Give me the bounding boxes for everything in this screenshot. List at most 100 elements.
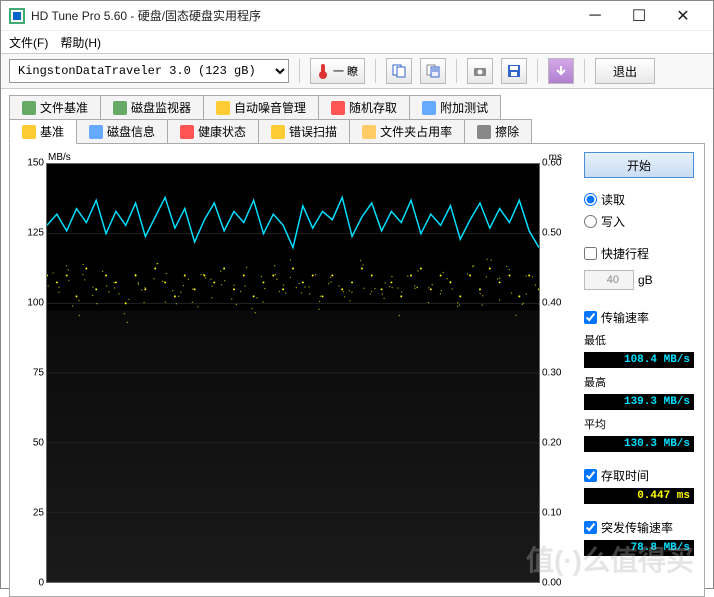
avg-value: 130.3 MB/s — [584, 436, 694, 452]
ytick-left: 0 — [38, 578, 44, 589]
ytick-right: 0.50 — [542, 227, 561, 238]
tab-磁盘监视器[interactable]: 磁盘监视器 — [100, 95, 204, 119]
quick-checkbox[interactable]: 快捷行程 — [584, 244, 694, 262]
access-value: 0.447 ms — [584, 488, 694, 504]
ytick-left: 25 — [33, 508, 44, 519]
access-checkbox[interactable]: 存取时间 — [584, 466, 694, 484]
ytick-right: 0.60 — [542, 158, 561, 169]
separator — [584, 59, 585, 83]
read-radio[interactable]: 读取 — [584, 190, 694, 208]
filebench-icon — [22, 101, 36, 115]
temperature-button[interactable]: 一 瞭 — [310, 58, 365, 84]
tab-label: 基准 — [40, 123, 64, 140]
y-axis-left: 1501251007550250 — [18, 163, 46, 583]
quick-size-input — [584, 270, 634, 290]
minimize-button[interactable]: ─ — [573, 2, 617, 30]
quick-unit-label: gB — [638, 273, 653, 287]
ytick-left: 75 — [33, 368, 44, 379]
tab-文件夹占用率[interactable]: 文件夹占用率 — [349, 119, 465, 143]
screenshot-button[interactable] — [467, 58, 493, 84]
tab-label: 磁盘信息 — [107, 123, 155, 140]
tab-自动噪音管理[interactable]: 自动噪音管理 — [203, 95, 319, 119]
ytick-left: 50 — [33, 437, 44, 448]
info-icon — [89, 125, 103, 139]
side-panel: 开始 读取 写入 快捷行程 gB 传输速率 最低 108.4 MB/s 最高 1… — [574, 144, 704, 596]
tab-label: 附加测试 — [440, 99, 488, 116]
copy-screenshot-button[interactable] — [420, 58, 446, 84]
titlebar: HD Tune Pro 5.60 - 硬盘/固态硬盘实用程序 ─ ☐ ✕ — [1, 1, 713, 31]
folder-icon — [362, 125, 376, 139]
tab-label: 文件夹占用率 — [380, 123, 452, 140]
health-icon — [180, 125, 194, 139]
tab-label: 自动噪音管理 — [234, 99, 306, 116]
min-label: 最低 — [584, 332, 694, 348]
avg-label: 平均 — [584, 416, 694, 432]
ytick-right: 0.10 — [542, 508, 561, 519]
drive-select[interactable]: KingstonDataTraveler 3.0 (123 gB) — [9, 59, 289, 83]
ytick-left: 100 — [27, 297, 44, 308]
separator — [375, 59, 376, 83]
tabstrip: 文件基准磁盘监视器自动噪音管理随机存取附加测试 基准磁盘信息健康状态错误扫描文件… — [9, 95, 705, 143]
tab-擦除[interactable]: 擦除 — [464, 119, 532, 143]
tab-错误扫描[interactable]: 错误扫描 — [258, 119, 350, 143]
chart-box: 1501251007550250 0.600.500.400.300.200.1… — [18, 163, 570, 583]
random-icon — [331, 101, 345, 115]
min-value: 108.4 MB/s — [584, 352, 694, 368]
tab-随机存取[interactable]: 随机存取 — [318, 95, 410, 119]
menu-file[interactable]: 文件(F) — [9, 34, 48, 51]
floppy-icon — [506, 63, 522, 79]
ytick-right: 0.40 — [542, 297, 561, 308]
tab-row-1: 文件基准 磁盘监视器 自动噪音管理 随机存取 附加测试 — [9, 95, 705, 119]
scan-icon — [271, 125, 285, 139]
camera-icon — [472, 63, 488, 79]
save-button[interactable] — [501, 58, 527, 84]
exit-button[interactable]: 退出 — [595, 58, 655, 84]
tab-文件基准[interactable]: 文件基准 — [9, 95, 101, 119]
copy-icon — [391, 63, 407, 79]
benchmark-plot — [46, 163, 540, 583]
close-button[interactable]: ✕ — [661, 2, 705, 30]
copy-info-button[interactable] — [386, 58, 412, 84]
copy-text-icon — [425, 63, 441, 79]
separator — [537, 59, 538, 83]
tab-基准[interactable]: 基准 — [9, 119, 77, 144]
ytick-right: 0.20 — [542, 437, 561, 448]
ytick-right: 0.30 — [542, 368, 561, 379]
burst-value: 78.8 MB/s — [584, 540, 694, 556]
ytick-left: 125 — [27, 227, 44, 238]
bench-icon — [22, 125, 36, 139]
tab-健康状态[interactable]: 健康状态 — [167, 119, 259, 143]
chart-units: MB/s ms — [18, 152, 570, 163]
tab-附加测试[interactable]: 附加测试 — [409, 95, 501, 119]
monitor-icon — [113, 101, 127, 115]
write-radio[interactable]: 写入 — [584, 212, 694, 230]
content-panel: MB/s ms 150 125 100 75 50 25 0 0.60 0.50 0.40 0.3… — [9, 143, 705, 597]
thermometer-icon — [317, 63, 329, 79]
left-unit-label: MB/s — [48, 152, 71, 163]
tab-label: 磁盘监视器 — [131, 99, 191, 116]
menubar: 文件(F) 帮助(H) — [1, 31, 713, 53]
chart-area: MB/s ms 150 125 100 75 50 25 0 0.60 0.50 0.40 0.3… — [10, 144, 574, 596]
down-arrow-icon — [554, 64, 568, 78]
tab-label: 文件基准 — [40, 99, 88, 116]
tab-row-2: 基准 磁盘信息 健康状态错误扫描 文件夹占用率擦除 — [9, 119, 705, 143]
quick-size-stepper[interactable]: gB — [584, 270, 694, 290]
burst-checkbox[interactable]: 突发传输速率 — [584, 518, 694, 536]
tab-磁盘信息[interactable]: 磁盘信息 — [76, 119, 168, 143]
erase-icon — [477, 125, 491, 139]
menu-help[interactable]: 帮助(H) — [60, 34, 101, 51]
separator — [299, 59, 300, 83]
ytick-right: 0.00 — [542, 578, 561, 589]
transfer-checkbox[interactable]: 传输速率 — [584, 308, 694, 326]
tab-label: 健康状态 — [198, 123, 246, 140]
toolbar: KingstonDataTraveler 3.0 (123 gB) 一 瞭 退出 — [1, 53, 713, 89]
options-button[interactable] — [548, 58, 574, 84]
max-label: 最高 — [584, 374, 694, 390]
window-title: HD Tune Pro 5.60 - 硬盘/固态硬盘实用程序 — [31, 7, 573, 24]
separator — [456, 59, 457, 83]
ytick-left: 150 — [27, 158, 44, 169]
max-value: 139.3 MB/s — [584, 394, 694, 410]
maximize-button[interactable]: ☐ — [617, 2, 661, 30]
start-button[interactable]: 开始 — [584, 152, 694, 178]
tab-label: 随机存取 — [349, 99, 397, 116]
